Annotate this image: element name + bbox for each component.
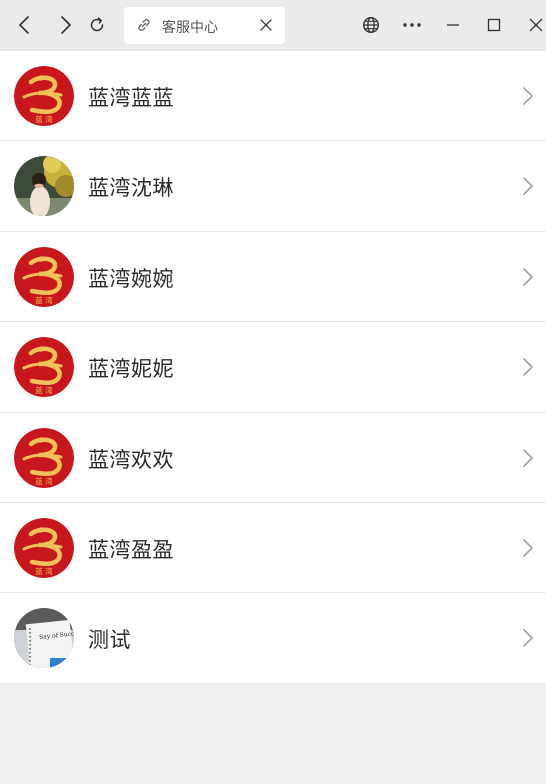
contact-row[interactable]: 蓝 湾 蓝湾蓝蓝 — [0, 51, 546, 142]
logo-text: 蓝 湾 — [35, 385, 53, 395]
forward-icon — [61, 16, 71, 34]
chevron-right-icon — [523, 177, 533, 196]
contact-row[interactable]: 蓝 湾 蓝湾欢欢 — [0, 412, 546, 503]
logo-text: 蓝 湾 — [35, 476, 53, 486]
logo-text: 蓝 湾 — [35, 295, 53, 305]
globe-icon — [362, 16, 380, 34]
refresh-button[interactable] — [82, 10, 112, 40]
contact-name: 蓝湾蓝蓝 — [88, 86, 174, 110]
contact-name: 蓝湾婉婉 — [88, 266, 174, 291]
more-button[interactable] — [397, 10, 427, 40]
contact-row[interactable]: Say of Success 测试 — [0, 593, 546, 684]
brand-logo-icon: 蓝 湾 — [14, 337, 74, 398]
contact-row[interactable]: 蓝 湾 蓝湾婉婉 — [0, 231, 546, 323]
back-icon — [19, 16, 29, 34]
logo-text: 蓝 湾 — [35, 566, 53, 576]
forward-button[interactable] — [50, 10, 80, 40]
globe-button[interactable] — [356, 10, 386, 40]
contact-name: 蓝湾欢欢 — [88, 447, 174, 472]
avatar: 蓝 湾 — [14, 517, 74, 578]
minimize-button[interactable] — [438, 10, 468, 40]
maximize-icon — [487, 18, 501, 32]
back-button[interactable] — [10, 10, 40, 40]
browser-toolbar: 客服中心 — [0, 0, 546, 51]
chevron-right-icon — [523, 448, 533, 467]
chevron-right-icon — [523, 87, 533, 105]
notebook-photo: Say of Success — [14, 608, 74, 669]
window-close-icon — [529, 18, 543, 32]
avatar: 蓝 湾 — [14, 246, 74, 307]
contact-name: 蓝湾盈盈 — [88, 537, 174, 562]
brand-logo-icon: 蓝 湾 — [14, 517, 74, 578]
tab-close-button[interactable] — [255, 14, 277, 36]
avatar: 蓝 湾 — [14, 427, 74, 488]
contact-name: 测试 — [88, 628, 131, 653]
chevron-right-icon — [523, 539, 533, 557]
tab-title: 客服中心 — [162, 20, 218, 36]
browser-tab[interactable]: 客服中心 — [124, 7, 285, 44]
brand-logo-icon: 蓝 湾 — [14, 427, 74, 488]
maximize-button[interactable] — [479, 10, 509, 40]
brand-logo-icon: 蓝 湾 — [14, 66, 74, 126]
contact-list: 蓝 湾蓝湾蓝蓝 蓝湾沈琳蓝 湾蓝湾婉婉蓝 湾蓝湾妮妮蓝 湾蓝湾欢欢蓝 湾蓝湾盈盈 S… — [0, 51, 546, 684]
contact-row[interactable]: 蓝 湾 蓝湾盈盈 — [0, 502, 546, 594]
avatar: 蓝 湾 — [14, 337, 74, 398]
contact-row[interactable]: 蓝 湾 蓝湾妮妮 — [0, 322, 546, 413]
avatar — [14, 156, 74, 217]
chevron-right-icon — [523, 267, 533, 286]
avatar: 蓝 湾 — [14, 66, 74, 126]
profile-photo — [14, 156, 74, 217]
logo-text: 蓝 湾 — [35, 114, 53, 124]
link-icon — [138, 19, 150, 31]
contact-name: 蓝湾沈琳 — [88, 176, 174, 201]
more-icon — [403, 23, 421, 27]
avatar: Say of Success — [14, 608, 74, 669]
window-close-button[interactable] — [521, 10, 546, 40]
chevron-right-icon — [523, 629, 533, 648]
chevron-right-icon — [523, 358, 533, 376]
brand-logo-icon: 蓝 湾 — [14, 246, 74, 307]
contact-row[interactable]: 蓝湾沈琳 — [0, 141, 546, 232]
close-icon — [260, 19, 272, 31]
contact-name: 蓝湾妮妮 — [88, 357, 174, 382]
minimize-icon — [447, 24, 459, 26]
refresh-icon — [90, 17, 104, 32]
